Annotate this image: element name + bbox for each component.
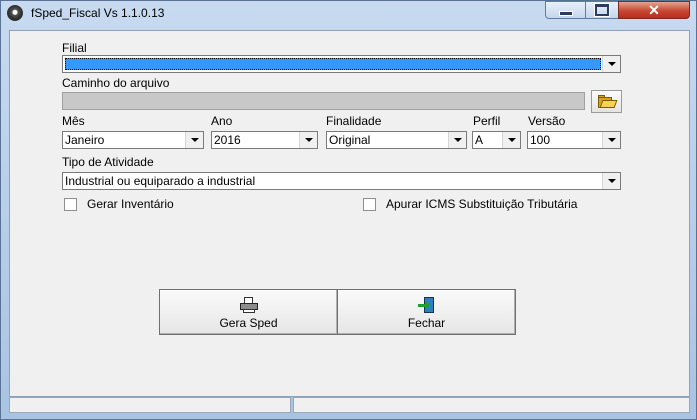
chevron-down-icon: [304, 138, 313, 142]
mes-label: Mês: [62, 114, 85, 128]
chevron-down-icon: [453, 138, 462, 142]
finalidade-select[interactable]: Original: [326, 131, 467, 149]
chevron-down-icon: [507, 138, 516, 142]
status-panel-1: [9, 397, 291, 413]
exit-door-icon: [417, 297, 436, 313]
tipo-atividade-value: Industrial ou equiparado a industrial: [65, 174, 256, 188]
finalidade-value: Original: [329, 133, 371, 147]
ano-select[interactable]: 2016: [211, 131, 318, 149]
gerar-inventario-label[interactable]: Gerar Inventário: [87, 197, 174, 211]
form-area: Filial Caminho do arquivo Mês Janeiro An…: [9, 30, 690, 397]
gerar-inventario-checkbox[interactable]: [64, 198, 77, 211]
apurar-icms-checkbox[interactable]: [363, 198, 376, 211]
apurar-icms-label[interactable]: Apurar ICMS Substituição Tributária: [386, 197, 577, 211]
chevron-down-icon: [190, 138, 199, 142]
window-title: fSped_Fiscal Vs 1.1.0.13: [31, 6, 165, 20]
filial-label: Filial: [62, 41, 87, 55]
caminho-field[interactable]: [62, 92, 585, 110]
chevron-down-icon: [607, 62, 616, 66]
perfil-value: A: [475, 133, 484, 147]
ano-label: Ano: [211, 114, 233, 128]
versao-dropdown-button[interactable]: [602, 132, 620, 148]
caminho-label: Caminho do arquivo: [62, 76, 170, 90]
tipo-atividade-label: Tipo de Atividade: [62, 155, 154, 169]
app-icon[interactable]: [7, 5, 23, 21]
fechar-label: Fechar: [407, 316, 446, 330]
chevron-down-icon: [607, 138, 616, 142]
close-button[interactable]: ✕: [618, 1, 690, 19]
mes-select[interactable]: Janeiro: [62, 131, 204, 149]
mes-dropdown-button[interactable]: [185, 132, 203, 148]
status-panel-2: [293, 397, 690, 413]
gera-sped-label: Gera Sped: [219, 316, 278, 330]
title-bar[interactable]: fSped_Fiscal Vs 1.1.0.13 ✕: [1, 1, 696, 25]
minimize-icon: [558, 10, 573, 16]
filial-dropdown-button[interactable]: [602, 56, 620, 72]
fechar-button[interactable]: Fechar: [337, 289, 516, 335]
mes-value: Janeiro: [65, 133, 105, 147]
perfil-select[interactable]: A: [472, 131, 521, 149]
tipo-atividade-dropdown-button[interactable]: [602, 173, 620, 189]
perfil-label: Perfil: [473, 114, 501, 128]
close-icon: ✕: [648, 1, 660, 18]
versao-label: Versão: [528, 114, 566, 128]
maximize-button[interactable]: [585, 1, 619, 19]
app-window: fSped_Fiscal Vs 1.1.0.13 ✕ Filial Caminh…: [0, 0, 697, 420]
filial-select[interactable]: [62, 55, 621, 73]
ano-value: 2016: [214, 133, 241, 147]
printer-icon: [239, 297, 258, 313]
gera-sped-button[interactable]: Gera Sped: [159, 289, 338, 335]
tipo-atividade-select[interactable]: Industrial ou equiparado a industrial: [62, 172, 621, 190]
minimize-button[interactable]: [545, 1, 586, 19]
browse-folder-button[interactable]: [591, 90, 622, 113]
maximize-icon: [595, 4, 609, 16]
versao-select[interactable]: 100: [527, 131, 621, 149]
filial-selection: [65, 58, 601, 70]
ano-dropdown-button[interactable]: [299, 132, 317, 148]
finalidade-dropdown-button[interactable]: [448, 132, 466, 148]
versao-value: 100: [530, 133, 551, 147]
chevron-down-icon: [607, 179, 616, 183]
status-bar: [9, 397, 690, 413]
open-folder-icon: [597, 95, 617, 108]
finalidade-label: Finalidade: [326, 114, 382, 128]
perfil-dropdown-button[interactable]: [502, 132, 520, 148]
